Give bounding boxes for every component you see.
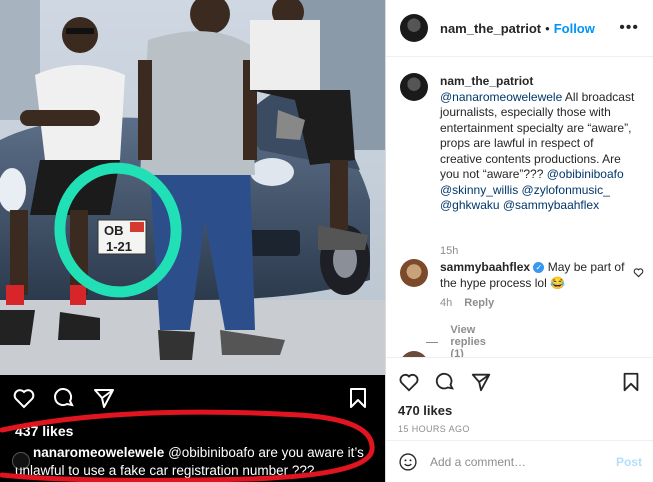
post-comment-button[interactable]: Post bbox=[616, 455, 642, 469]
comment-mention[interactable]: @nanaromeowelewele bbox=[440, 90, 562, 104]
save-bookmark-icon[interactable] bbox=[620, 371, 642, 393]
plate-line-2: 1-21 bbox=[106, 239, 132, 254]
share-icon bbox=[94, 389, 114, 408]
post-header: nam_the_patriot • Follow ••• bbox=[386, 0, 653, 57]
caption-time: 15h bbox=[440, 245, 459, 257]
plate-line-1: OB bbox=[104, 223, 124, 238]
embedded-likes-count: 437 likes bbox=[15, 423, 74, 439]
post-media[interactable]: OB 1-21 437 likes nanaromeowelewele @obi… bbox=[0, 0, 385, 482]
post-time-ago: 15 HOURS AGO bbox=[398, 424, 470, 434]
post-actions: 470 likes 15 HOURS AGO bbox=[386, 357, 653, 434]
instagram-post-viewer: OB 1-21 437 likes nanaromeowelewele @obi… bbox=[0, 0, 653, 482]
comment-text: sammybaahflex ✓ May be part of the hype … bbox=[440, 260, 635, 291]
share-paper-plane-icon[interactable] bbox=[470, 371, 492, 393]
comment-avatar[interactable] bbox=[400, 73, 428, 101]
like-comment-heart-icon[interactable] bbox=[633, 267, 644, 278]
view-replies-label[interactable]: View replies (1) bbox=[450, 324, 495, 357]
embedded-caption: nanaromeowelewele @obibiniboafo are you … bbox=[15, 444, 375, 480]
comment-time: 4h bbox=[440, 297, 453, 309]
emoji-smile-icon[interactable] bbox=[398, 452, 418, 472]
embedded-caption-user: nanaromeowelewele bbox=[33, 445, 165, 460]
view-replies-button[interactable]: View replies (1) bbox=[426, 324, 495, 357]
author-username[interactable]: nam_the_patriot bbox=[440, 21, 541, 36]
action-icons bbox=[398, 371, 642, 393]
post-photo: OB 1-21 bbox=[0, 0, 385, 375]
follow-button[interactable]: Follow bbox=[554, 21, 595, 36]
add-comment-bar: Add a comment… Post bbox=[386, 440, 653, 482]
reply-button[interactable]: Reply bbox=[464, 297, 494, 309]
comment-username[interactable]: sammybaahflex bbox=[440, 260, 530, 274]
heart-icon bbox=[13, 389, 35, 409]
bookmark-icon bbox=[350, 388, 366, 408]
header-separator: • bbox=[545, 20, 550, 36]
likes-count[interactable]: 470 likes bbox=[398, 403, 642, 418]
embedded-action-icons bbox=[12, 386, 116, 410]
caption-timestamp: 15h bbox=[440, 245, 458, 257]
verified-badge-icon: ✓ bbox=[533, 262, 545, 273]
author-avatar[interactable] bbox=[400, 14, 428, 42]
more-options-button[interactable]: ••• bbox=[619, 19, 639, 37]
like-heart-icon[interactable] bbox=[398, 371, 420, 393]
comment-avatar[interactable] bbox=[400, 259, 428, 287]
post-side-panel: nam_the_patriot • Follow ••• nam_the_pat… bbox=[385, 0, 653, 482]
caption-comment-text: nam_the_patriot @nanaromeowelewele All b… bbox=[440, 74, 635, 214]
replies-divider bbox=[426, 341, 439, 343]
comment-meta: 4h Reply bbox=[440, 297, 494, 309]
comments-list[interactable]: nam_the_patriot @nanaromeowelewele All b… bbox=[386, 57, 653, 357]
comment-username[interactable]: nam_the_patriot bbox=[440, 74, 533, 88]
add-comment-input[interactable]: Add a comment… bbox=[430, 455, 616, 469]
comment-icon bbox=[54, 388, 74, 407]
comment-bubble-icon[interactable] bbox=[434, 371, 456, 393]
